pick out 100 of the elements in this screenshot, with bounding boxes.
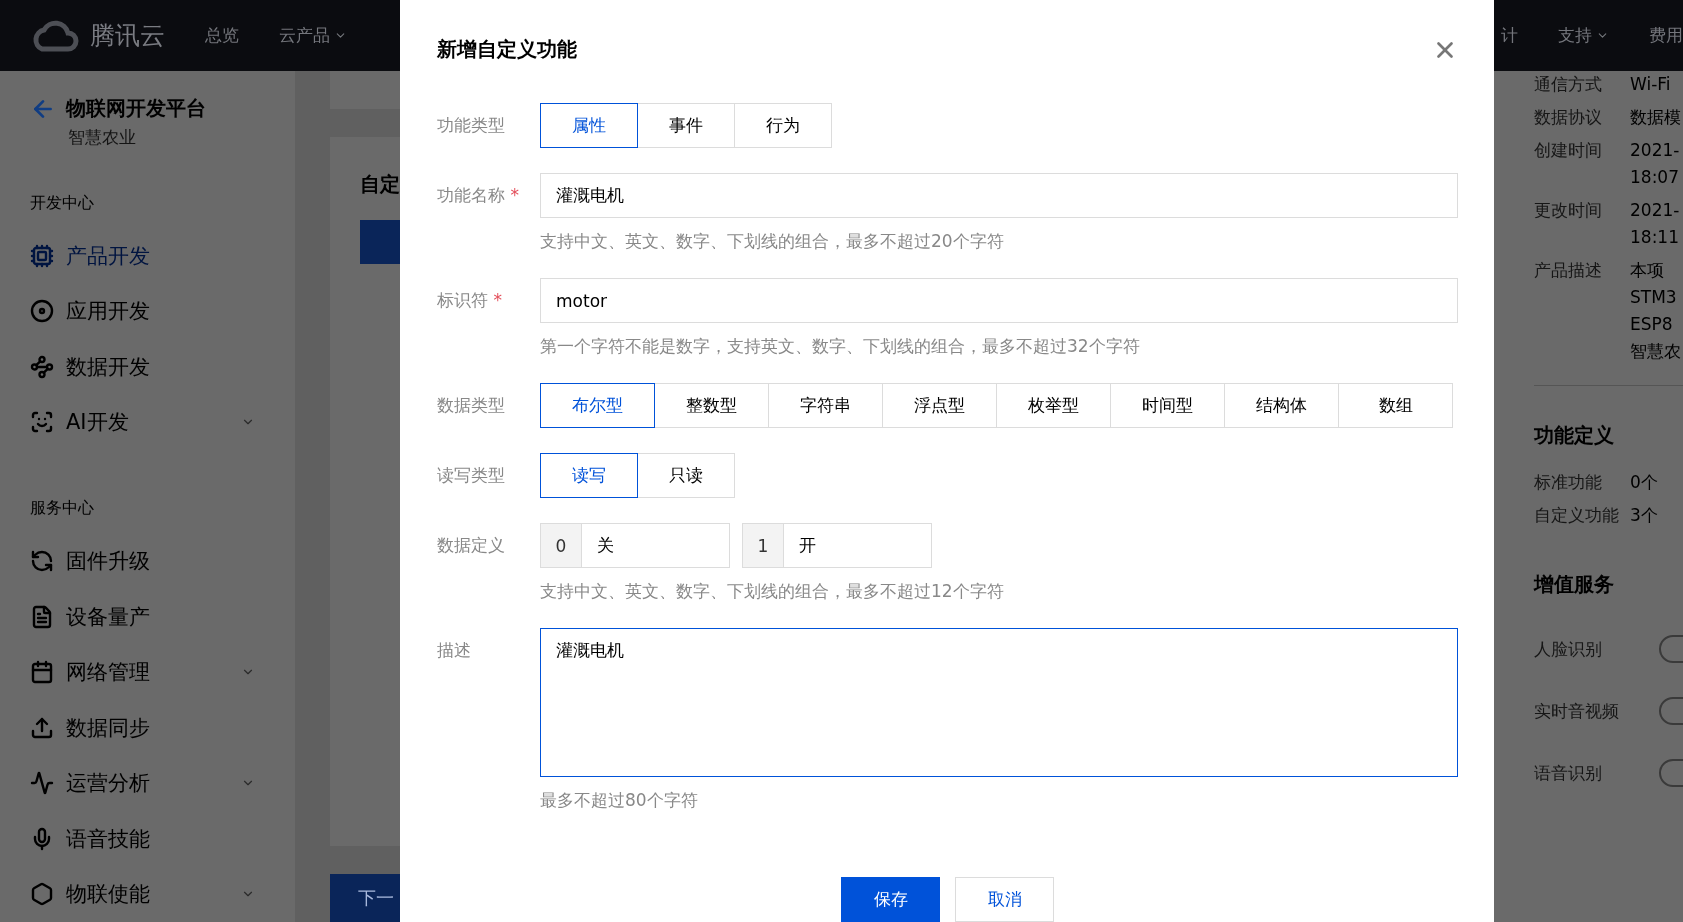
sidebar-item-label: 设备量产 <box>66 603 151 631</box>
help-text: 第一个字符不能是数字，支持英文、数字、下划线的组合，最多不超过32个字符 <box>540 335 1141 358</box>
info-value: Wi-Fi <box>1630 73 1672 96</box>
info-value: 2021- <box>1630 139 1681 162</box>
refresh-icon <box>30 548 54 573</box>
section-heading: 增值服务 <box>1534 571 1615 598</box>
sidebar-item-label: AI开发 <box>66 409 130 437</box>
service-label: 语音识别 <box>1534 761 1602 785</box>
field-label: 功能名称 * <box>437 184 520 207</box>
field-label: 读写类型 <box>437 464 506 487</box>
info-label: 创建时间 <box>1534 139 1603 162</box>
value-text: 开 <box>798 534 816 557</box>
segment-option[interactable]: 读写 <box>540 453 638 498</box>
sidebar-item[interactable]: 物联使能 <box>30 866 295 922</box>
required-mark: * <box>509 185 519 205</box>
nav-item[interactable]: 总览 <box>205 24 239 47</box>
segment-option[interactable]: 字符串 <box>768 383 883 428</box>
info-label: 标准功能 <box>1534 471 1603 494</box>
card-title: 自定 <box>360 171 400 198</box>
segment-option[interactable]: 时间型 <box>1110 383 1225 428</box>
info-label: 更改时间 <box>1534 199 1603 222</box>
value-text: 关 <box>596 534 614 557</box>
text-input[interactable]: 灌溉电机 <box>540 173 1458 218</box>
nav-item[interactable]: 云产品 <box>279 24 347 47</box>
platform-title: 物联网开发平台 <box>66 95 206 122</box>
section-title: 服务中心 <box>30 498 95 520</box>
segment-option[interactable]: 事件 <box>637 103 735 148</box>
value-key: 1 <box>743 524 784 567</box>
sidebar-item-label: 数据开发 <box>66 353 151 381</box>
info-label: 数据协议 <box>1534 106 1603 129</box>
info-value: 18:07 <box>1630 166 1680 189</box>
field-label: 描述 <box>437 639 472 662</box>
field-label: 数据类型 <box>437 394 506 417</box>
segment-option[interactable]: 属性 <box>540 103 638 148</box>
info-value: 2021- <box>1630 199 1681 222</box>
service-label: 人脸识别 <box>1534 637 1602 661</box>
sidebar-item[interactable]: 语音技能 <box>30 810 295 867</box>
section-title: 开发中心 <box>30 193 95 214</box>
sidebar-item[interactable]: 运营分析 <box>30 755 295 811</box>
value-input[interactable]: 1 开 <box>742 523 932 568</box>
help-text: 最多不超过80个字符 <box>540 789 699 812</box>
segment-option[interactable]: 整数型 <box>654 383 769 428</box>
info-value: 本项 <box>1630 259 1665 282</box>
branches-icon <box>30 354 54 379</box>
segment-option[interactable]: 浮点型 <box>882 383 997 428</box>
sidebar-item-label: 物联使能 <box>66 881 151 909</box>
sidebar-item[interactable]: 设备量产 <box>30 588 295 645</box>
sidebar-item[interactable]: 固件升级 <box>30 533 295 589</box>
sidebar-item-label: 语音技能 <box>66 825 151 853</box>
face-icon <box>30 410 54 435</box>
hexagon-icon <box>30 882 54 907</box>
pulse-icon <box>30 771 54 796</box>
sidebar-item-label: 网络管理 <box>66 659 151 687</box>
help-text: 支持中文、英文、数字、下划线的组合，最多不超过20个字符 <box>540 230 1005 253</box>
segment-option[interactable]: 数组 <box>1338 383 1453 428</box>
upload-icon <box>30 715 54 740</box>
sidebar-item[interactable]: 数据同步 <box>30 699 295 756</box>
chip-icon <box>30 243 54 268</box>
value-key: 0 <box>541 524 582 567</box>
info-label: 通信方式 <box>1534 73 1603 96</box>
nav-item[interactable]: 费用 <box>1649 24 1683 47</box>
segment-option[interactable]: 行为 <box>734 103 832 148</box>
help-text: 支持中文、英文、数字、下划线的组合，最多不超过12个字符 <box>540 580 1005 603</box>
info-value: 智慧农 <box>1630 340 1682 363</box>
sidebar-item-label: 运营分析 <box>66 770 151 798</box>
segment-option[interactable]: 只读 <box>637 453 735 498</box>
sidebar-item[interactable]: 数据开发 <box>30 339 295 395</box>
value-input[interactable]: 0 关 <box>540 523 730 568</box>
segment-option[interactable]: 结构体 <box>1224 383 1339 428</box>
product-name: 智慧农业 <box>68 126 137 149</box>
text-input[interactable]: motor <box>540 278 1458 323</box>
segment-option[interactable]: 枚举型 <box>996 383 1111 428</box>
info-value: 0个 <box>1630 471 1659 494</box>
service-label: 实时音视频 <box>1534 699 1619 723</box>
sidebar-item-label: 应用开发 <box>66 298 151 326</box>
info-value: ESP8 <box>1630 313 1674 336</box>
field-label: 功能类型 <box>437 114 506 137</box>
field-label: 标识符 * <box>437 289 503 312</box>
cloud-logo-icon <box>30 18 80 53</box>
brand-name: 腾讯云 <box>90 20 165 52</box>
nav-item[interactable]: 计 <box>1501 24 1518 47</box>
sidebar-item[interactable]: AI开发 <box>30 394 295 451</box>
sidebar-item-label: 产品开发 <box>66 242 151 270</box>
sidebar-item[interactable]: 网络管理 <box>30 644 295 700</box>
required-mark: * <box>492 290 502 310</box>
save-button[interactable]: 保存 <box>841 877 940 922</box>
dialog-title: 新增自定义功能 <box>437 36 577 63</box>
section-heading: 功能定义 <box>1534 422 1615 449</box>
info-value: 数据模 <box>1630 106 1682 129</box>
disc-icon <box>30 299 54 324</box>
info-value: 3个 <box>1630 504 1659 527</box>
sidebar-item[interactable]: 应用开发 <box>30 283 295 340</box>
nav-item[interactable]: 支持 <box>1558 24 1609 47</box>
cancel-button[interactable]: 取消 <box>955 877 1054 922</box>
description-textarea[interactable]: 灌溉电机 <box>540 628 1458 777</box>
sidebar-item-label: 数据同步 <box>66 714 151 742</box>
segment-option[interactable]: 布尔型 <box>540 383 655 428</box>
info-label: 自定义功能 <box>1534 504 1620 527</box>
sidebar-item-label: 固件升级 <box>66 547 151 575</box>
document-icon <box>30 604 54 629</box>
